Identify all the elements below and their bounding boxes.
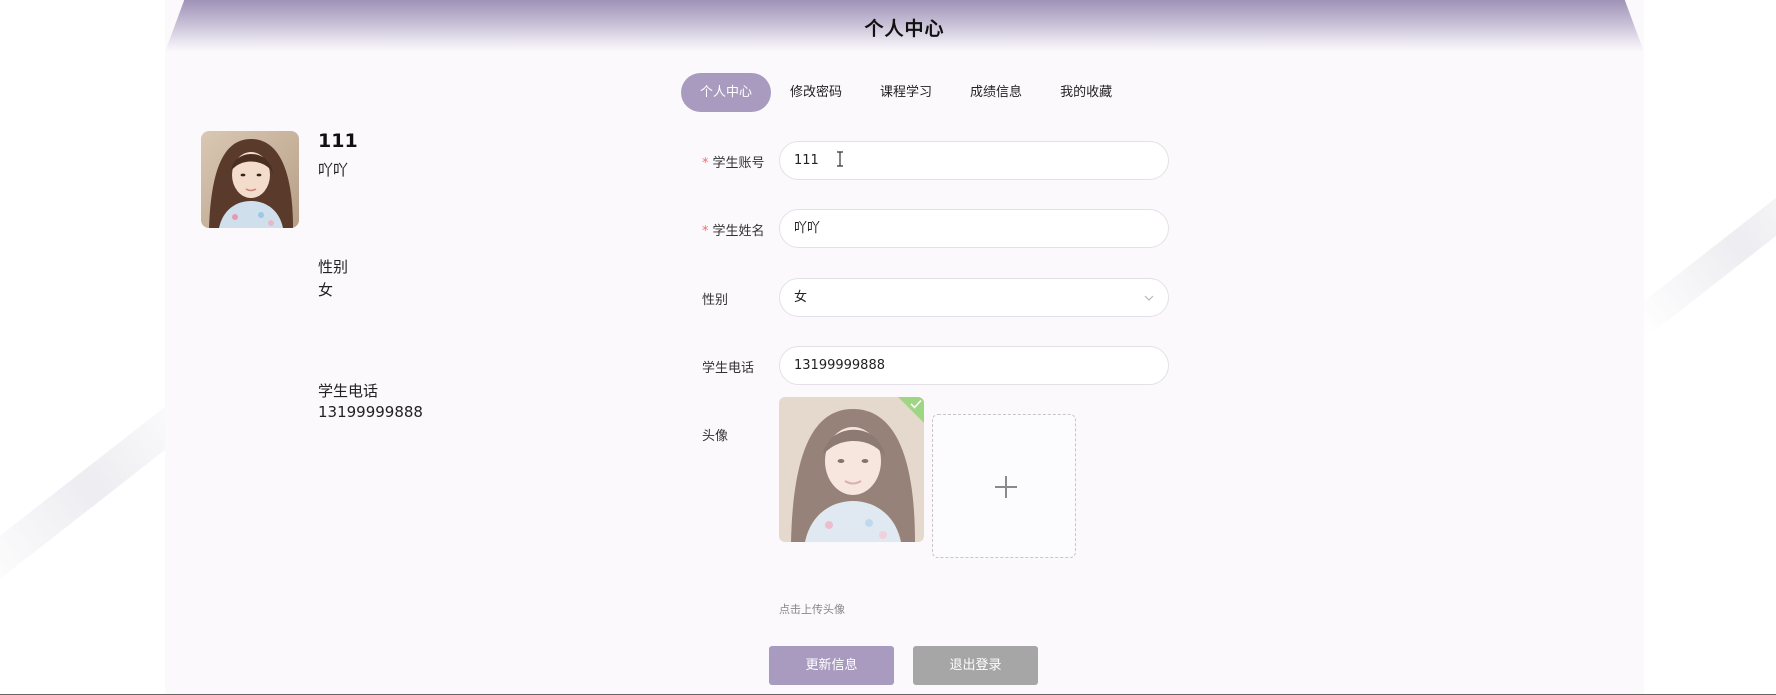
page-header: 个人中心 — [165, 0, 1644, 52]
tab-personal-center[interactable]: 个人中心 — [681, 73, 772, 112]
upload-tip: 点击上传头像 — [779, 603, 845, 616]
profile-account: 111 — [318, 130, 358, 152]
update-info-button[interactable]: 更新信息 — [769, 646, 894, 685]
profile-name: 吖吖 — [318, 161, 349, 179]
profile-avatar — [201, 131, 299, 228]
phone-input[interactable]: 13199999888 — [779, 346, 1169, 385]
profile-tabs: 个人中心 修改密码 课程学习 成绩信息 我的收藏 — [681, 73, 1131, 112]
required-mark: * — [702, 156, 709, 171]
name-label-text: 学生姓名 — [712, 224, 765, 239]
check-icon — [910, 399, 922, 409]
profile-phone-value: 13199999888 — [318, 403, 423, 421]
avatar-label: 头像 — [702, 429, 729, 444]
uploaded-avatar-preview[interactable] — [779, 397, 924, 542]
tab-change-password[interactable]: 修改密码 — [771, 73, 861, 112]
profile-gender-label: 性别 — [318, 258, 349, 276]
name-label: * 学生姓名 — [702, 220, 765, 239]
upload-avatar-button[interactable] — [932, 414, 1076, 558]
tab-favorites[interactable]: 我的收藏 — [1041, 73, 1131, 112]
account-label-text: 学生账号 — [712, 156, 765, 171]
profile-gender-value: 女 — [318, 281, 334, 299]
gender-select-value: 女 — [794, 290, 808, 305]
phone-label: 学生电话 — [702, 361, 755, 376]
gender-select[interactable]: 女 — [779, 278, 1169, 317]
required-mark: * — [702, 224, 709, 239]
logout-button[interactable]: 退出登录 — [913, 646, 1038, 685]
page-title: 个人中心 — [864, 18, 945, 40]
account-label: * 学生账号 — [702, 152, 765, 171]
gender-label: 性别 — [702, 293, 729, 308]
page: 个人中心 111 吖吖 性别 女 学生电话 13199999888 个人中心 修… — [0, 0, 1776, 695]
profile-phone-label: 学生电话 — [318, 382, 379, 400]
background-streak — [1628, 153, 1776, 337]
tab-grades[interactable]: 成绩信息 — [951, 73, 1041, 112]
tab-course-learning[interactable]: 课程学习 — [861, 73, 951, 112]
name-input[interactable]: 吖吖 — [779, 209, 1169, 248]
chevron-down-icon — [1144, 295, 1154, 301]
text-cursor-icon — [837, 151, 843, 167]
